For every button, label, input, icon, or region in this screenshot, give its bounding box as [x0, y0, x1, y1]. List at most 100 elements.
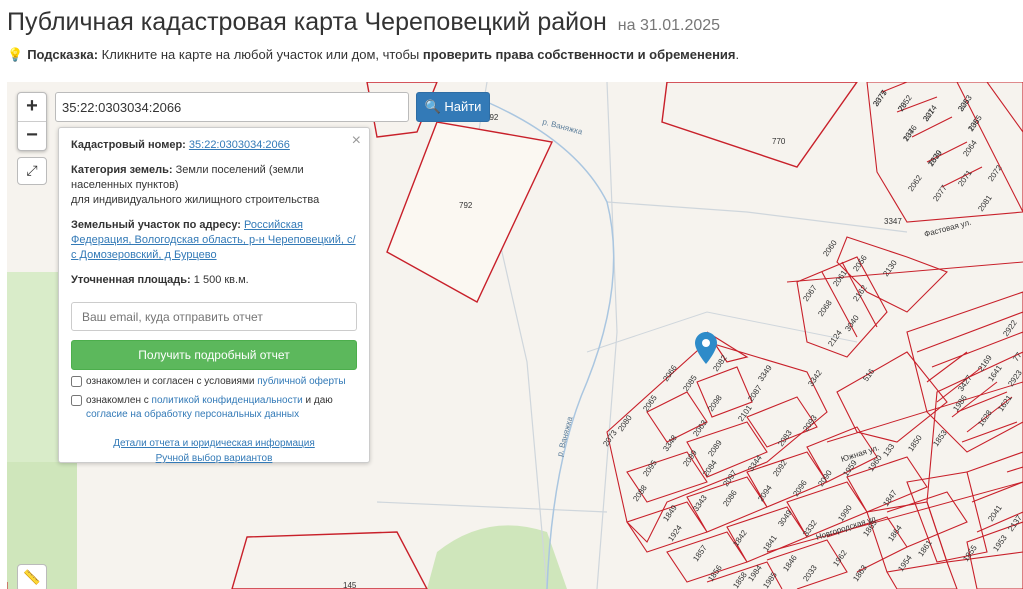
- parcel-number-label: 3349: [756, 363, 774, 383]
- parcel-number-label: 516: [861, 367, 876, 384]
- hint: 💡 Подсказка: Кликните на карте на любой у…: [7, 47, 739, 63]
- area-label: Уточненная площадь:: [71, 274, 191, 286]
- parcel-number-label: 2084: [701, 458, 719, 478]
- parcel-number-label: 2066: [661, 363, 679, 383]
- cadastral-number-link[interactable]: 35:22:0303034:2066: [189, 139, 290, 151]
- parcel-number-label: 1857: [691, 543, 709, 563]
- hint-label: Подсказка:: [27, 47, 99, 62]
- parcel-number-label: 2065: [641, 393, 659, 413]
- parcel-number-label: 2073: [601, 428, 619, 448]
- parcel-number-label: 1839: [926, 148, 944, 168]
- offer-link[interactable]: публичной оферты: [257, 376, 345, 387]
- cadastral-label: Кадастровый номер:: [71, 139, 186, 151]
- parcel-number-label: 2033: [801, 563, 819, 583]
- card-links: Детали отчета и юридическая информация Р…: [71, 436, 357, 466]
- page-title-text: Публичная кадастровая карта Череповецкий…: [7, 8, 607, 36]
- parcel-number-label: 1641: [986, 363, 1004, 383]
- river-label: р. Ваняжка: [555, 415, 574, 457]
- usage-value: для индивидуального жилищного строительс…: [71, 194, 320, 206]
- fullscreen-icon[interactable]: ⤢: [17, 157, 47, 185]
- zoom-in-button[interactable]: +: [18, 93, 46, 121]
- parcel-number-label: 2124: [826, 328, 844, 348]
- parcel-145[interactable]: [231, 531, 428, 589]
- manual-select-link[interactable]: Ручной выбор вариантов: [156, 453, 273, 464]
- parcel-number-label: 2130: [881, 258, 899, 278]
- parcel-number-label: 2087: [746, 383, 764, 403]
- email-field[interactable]: [71, 302, 357, 331]
- street-label: Фастовая ул.: [923, 218, 972, 239]
- parcel-number-label: 2062: [906, 173, 924, 193]
- parcel-number-label: 2060: [821, 238, 839, 258]
- map-marker-icon[interactable]: [695, 332, 717, 369]
- parcel-number-label: 1855: [961, 543, 979, 563]
- category-label: Категория земель:: [71, 164, 173, 176]
- parcel-number-label: 2162: [851, 283, 869, 303]
- parcel-number-label: 1986: [951, 393, 969, 413]
- offer-checkbox[interactable]: [71, 376, 82, 387]
- search-button-label: Найти: [444, 99, 482, 114]
- search-button[interactable]: 🔍 Найти: [416, 92, 490, 122]
- parcel-label: 770: [772, 137, 786, 146]
- parcel-number-label: 1842: [731, 528, 749, 548]
- parcel-number-label: 1864: [886, 523, 904, 543]
- privacy-link[interactable]: политикой конфиденциальности: [152, 395, 303, 406]
- parcel-number-label: 2064: [961, 138, 979, 158]
- area-row: Уточненная площадь: 1 500 кв.м.: [71, 273, 357, 288]
- parcel-number-label: 2056: [851, 253, 869, 273]
- parcel-number-label: 1863: [851, 563, 869, 583]
- zoom-out-button[interactable]: −: [18, 121, 46, 150]
- parcel-number-label: 3049: [776, 508, 794, 528]
- map-road: [596, 82, 618, 589]
- privacy-checkbox[interactable]: [71, 395, 82, 406]
- parcel-number-label: 2071: [956, 168, 974, 188]
- cadastral-number-row: Кадастровый номер: 35:22:0303034:2066: [71, 138, 357, 153]
- map-road: [606, 201, 908, 233]
- parcel-number-label: 2081: [976, 193, 994, 213]
- offer-text: ознакомлен и согласен с условиями: [86, 376, 255, 387]
- parcel-number-label: 1850: [906, 433, 924, 453]
- cadastral-map[interactable]: р. Ваняжка р. Ваняжка Фастовая ул. Южная…: [7, 82, 1023, 589]
- parcel-number-label: 2041: [986, 503, 1004, 523]
- parcel-770[interactable]: [661, 82, 858, 168]
- parcel-number-label: 2923: [1006, 368, 1023, 388]
- parcel-number-label: 2922: [1001, 318, 1019, 338]
- parcel-792[interactable]: [386, 121, 554, 303]
- parcel-number-label: 2068: [816, 298, 834, 318]
- parcel-number-label: 3344: [746, 453, 764, 473]
- data-processing-link[interactable]: согласие на обработку персональных данны…: [86, 409, 299, 420]
- offer-consent: ознакомлен и согласен с условиями публич…: [71, 375, 357, 389]
- hint-text: Кликните на карте на любой участок или д…: [101, 47, 420, 62]
- parcel-number-label: 2094: [756, 483, 774, 503]
- parcel-number-label: 2088: [631, 483, 649, 503]
- privacy-text2: и даю: [305, 395, 333, 406]
- parcel-number-label: 1990: [836, 503, 854, 523]
- parcel-number-label: 2080: [616, 413, 634, 433]
- privacy-consent: ознакомлен с политикой конфиденциальност…: [71, 394, 357, 422]
- category-row: Категория земель: Земли поселений (земли…: [71, 163, 357, 208]
- parcel-number-label: 2101: [736, 403, 754, 423]
- parcel-number-label: 2067: [801, 283, 819, 303]
- cadastral-search-input[interactable]: [55, 92, 409, 122]
- hint-bold: проверить права собственности и обремене…: [422, 47, 736, 62]
- search-icon: 🔍: [424, 99, 441, 114]
- map-road: [376, 501, 608, 513]
- parcel-number-label: 77: [1011, 350, 1023, 363]
- details-link[interactable]: Детали отчета и юридическая информация: [113, 438, 315, 449]
- parcel-number-label: 1847: [881, 488, 899, 508]
- parcel-number-label: 2097: [721, 468, 739, 488]
- parcel-label: 3347: [884, 217, 902, 226]
- get-report-button[interactable]: Получить подробный отчет: [71, 340, 357, 370]
- parcel-number-label: 1856: [706, 563, 724, 583]
- parcel-number-label: 1960: [866, 453, 884, 473]
- parcel-number-label: 1846: [781, 553, 799, 573]
- river-label: р. Ваняжка: [541, 117, 583, 136]
- ruler-icon[interactable]: 📏: [17, 564, 47, 589]
- parcel-number-label: 3342: [806, 368, 824, 388]
- lightbulb-icon: 💡: [7, 47, 24, 62]
- page-title: Публичная кадастровая карта Череповецкий…: [7, 8, 720, 37]
- close-icon[interactable]: ×: [352, 132, 361, 150]
- parcel-number-label: 2090: [816, 468, 834, 488]
- hint-end: .: [735, 47, 740, 62]
- parcel-number-label: 1984: [746, 563, 764, 583]
- parcel-number-label: 1954: [896, 553, 914, 573]
